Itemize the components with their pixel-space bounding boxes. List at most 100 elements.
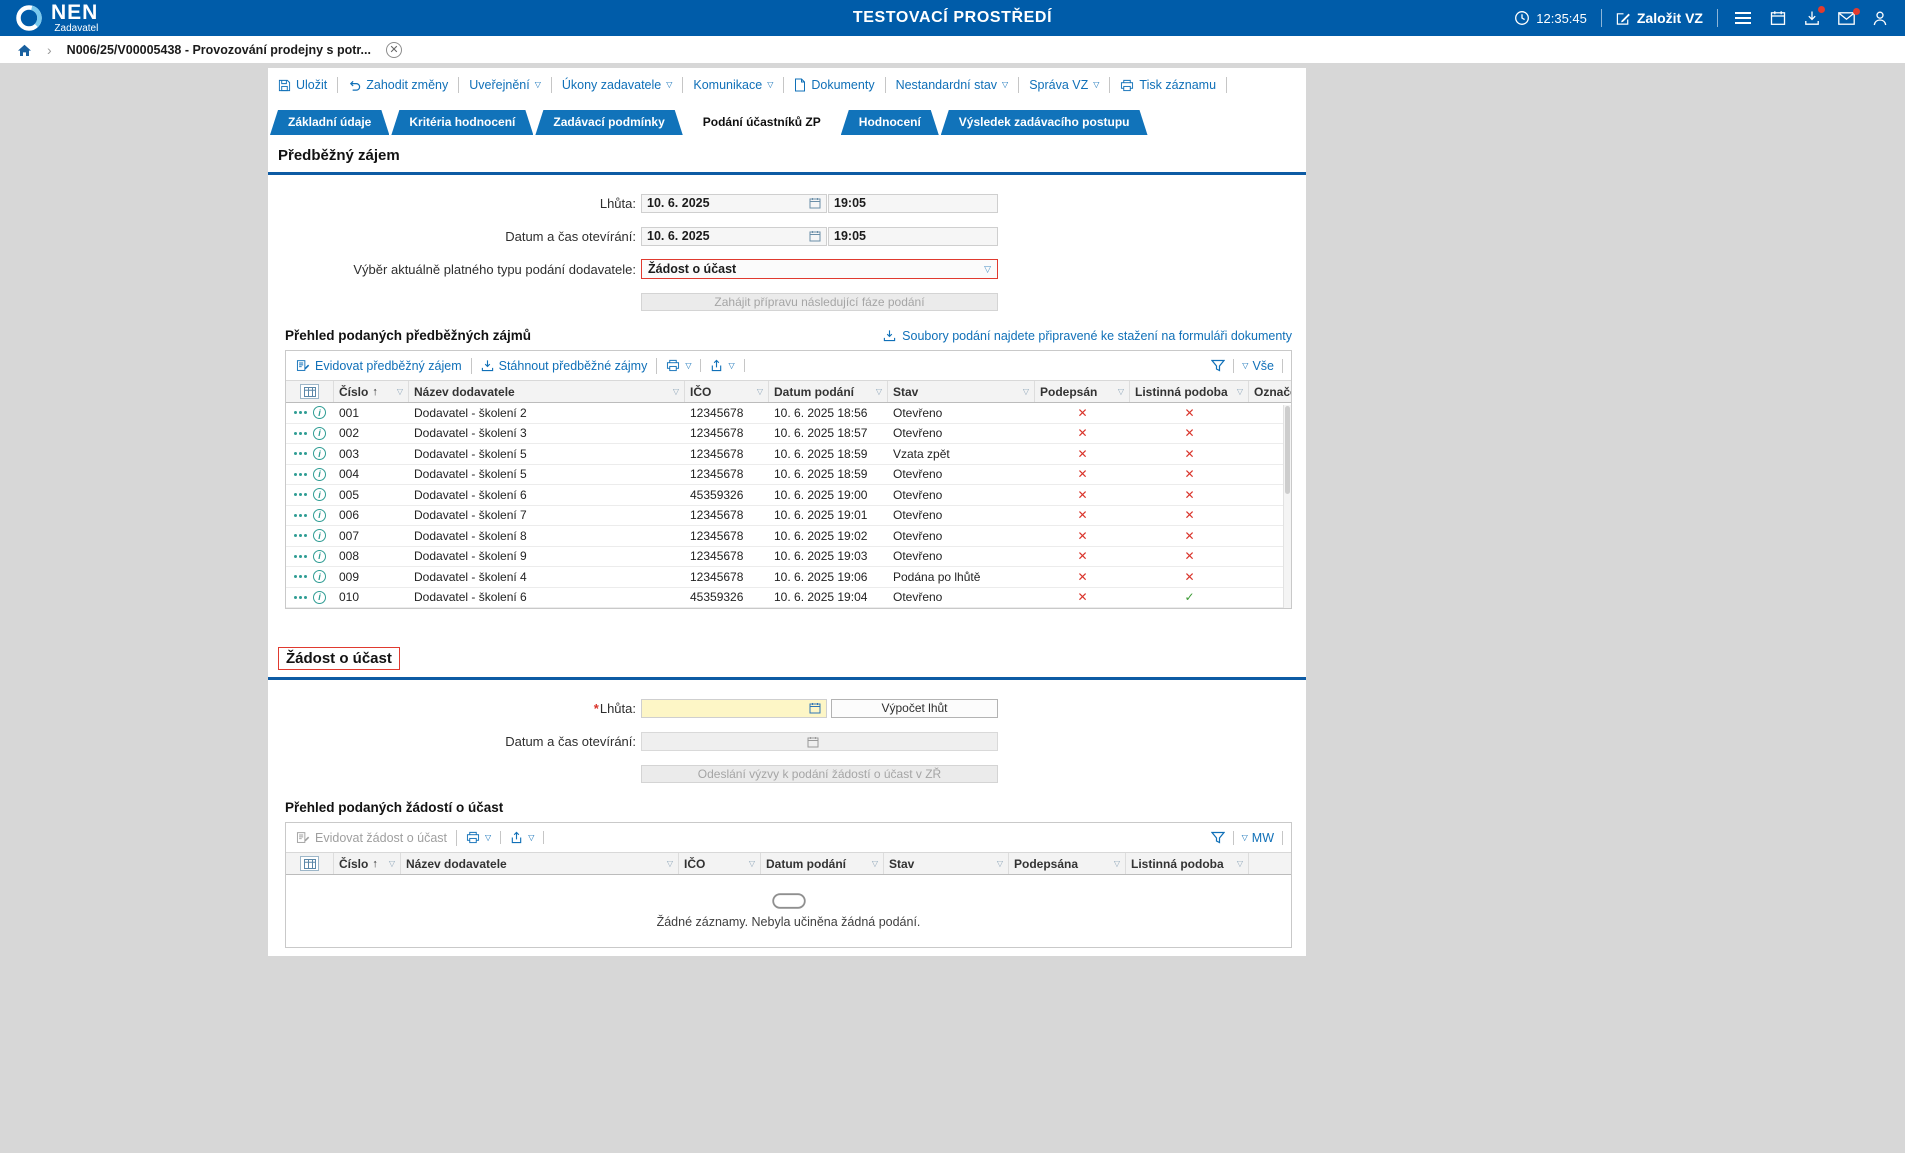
- filter-chevron-icon[interactable]: ▽: [873, 387, 882, 396]
- row-info-icon[interactable]: i: [313, 406, 326, 419]
- row-menu-icon[interactable]: [294, 473, 307, 476]
- calendar-icon[interactable]: [809, 197, 821, 209]
- column-settings-icon[interactable]: [300, 384, 319, 399]
- calendar-icon[interactable]: [809, 702, 821, 714]
- lhuta-time-input[interactable]: 19:05: [828, 194, 998, 213]
- calendar-icon[interactable]: [809, 230, 821, 242]
- dokumenty-button[interactable]: Dokumenty: [784, 77, 885, 93]
- zadost-lhuta-input[interactable]: [641, 699, 827, 718]
- table-row[interactable]: i008Dodavatel - školení 91234567810. 6. …: [286, 547, 1291, 568]
- stahnout-zajmy-button[interactable]: Stáhnout předběžné zájmy: [472, 358, 658, 374]
- column-header-nazev[interactable]: Název dodavatele▽: [401, 853, 679, 874]
- table-row[interactable]: i005Dodavatel - školení 64535932610. 6. …: [286, 485, 1291, 506]
- row-info-icon[interactable]: i: [313, 488, 326, 501]
- view-selector[interactable]: ▽ MW: [1242, 831, 1274, 845]
- column-header-stav[interactable]: Stav▽: [888, 381, 1035, 402]
- create-vz-button[interactable]: Založit VZ: [1616, 10, 1703, 26]
- breadcrumb[interactable]: N006/25/V00005438 - Provozování prodejny…: [67, 43, 371, 57]
- zadost-otevirani-input[interactable]: [641, 732, 998, 751]
- table-row[interactable]: i007Dodavatel - školení 81234567810. 6. …: [286, 526, 1291, 547]
- filter-chevron-icon[interactable]: ▽: [994, 859, 1003, 868]
- filter-chevron-icon[interactable]: ▽: [1115, 387, 1124, 396]
- home-icon[interactable]: [17, 43, 32, 57]
- filter-chevron-icon[interactable]: ▽: [746, 859, 755, 868]
- column-header-listinna[interactable]: Listinná podoba▽: [1130, 381, 1249, 402]
- column-header-cislo[interactable]: Číslo ↑ ▽: [334, 853, 401, 874]
- column-settings-icon[interactable]: [300, 856, 319, 871]
- zahajit-fazi-button[interactable]: Zahájit přípravu následující fáze podání: [641, 293, 998, 311]
- sprava-vz-menu[interactable]: Správa VZ▽: [1019, 77, 1110, 93]
- tab-zakladni-udaje[interactable]: Základní údaje: [270, 110, 389, 135]
- row-menu-icon[interactable]: [294, 534, 307, 537]
- table-row[interactable]: i004Dodavatel - školení 51234567810. 6. …: [286, 465, 1291, 486]
- row-menu-icon[interactable]: [294, 493, 307, 496]
- table-row[interactable]: i010Dodavatel - školení 64535932610. 6. …: [286, 588, 1291, 609]
- export-table-button[interactable]: ▽: [501, 831, 544, 844]
- column-header-datum[interactable]: Datum podání▽: [769, 381, 888, 402]
- row-info-icon[interactable]: i: [313, 529, 326, 542]
- filter-chevron-icon[interactable]: ▽: [386, 859, 395, 868]
- download-hint-link[interactable]: Soubory podání najdete připravené ke sta…: [883, 329, 1292, 343]
- column-header-ico[interactable]: IČO▽: [679, 853, 761, 874]
- evidovat-zadost-button[interactable]: Evidovat žádost o účast: [294, 830, 457, 846]
- column-header-stav[interactable]: Stav▽: [884, 853, 1009, 874]
- export-table-button[interactable]: ▽: [701, 359, 744, 372]
- tisk-zaznamu-button[interactable]: Tisk záznamu: [1110, 77, 1227, 93]
- table-row[interactable]: i001Dodavatel - školení 21234567810. 6. …: [286, 403, 1291, 424]
- row-info-icon[interactable]: i: [313, 570, 326, 583]
- column-header-ico[interactable]: IČO▽: [685, 381, 769, 402]
- tab-zadavaci-podminky[interactable]: Zadávací podmínky: [535, 110, 682, 135]
- table-row[interactable]: i003Dodavatel - školení 51234567810. 6. …: [286, 444, 1291, 465]
- row-menu-icon[interactable]: [294, 575, 307, 578]
- row-info-icon[interactable]: i: [313, 509, 326, 522]
- row-info-icon[interactable]: i: [313, 550, 326, 563]
- row-info-icon[interactable]: i: [313, 427, 326, 440]
- odeslani-vyzvy-button[interactable]: Odeslání výzvy k podání žádostí o účast …: [641, 765, 998, 783]
- row-menu-icon[interactable]: [294, 452, 307, 455]
- row-menu-icon[interactable]: [294, 432, 307, 435]
- otevirani-date-input[interactable]: 10. 6. 2025: [641, 227, 827, 246]
- download-icon[interactable]: [1802, 10, 1822, 26]
- filter-chevron-icon[interactable]: ▽: [394, 387, 403, 396]
- column-header-datum[interactable]: Datum podání▽: [761, 853, 884, 874]
- scrollbar-thumb[interactable]: [1285, 406, 1290, 494]
- user-icon[interactable]: [1871, 11, 1889, 26]
- row-info-icon[interactable]: i: [313, 468, 326, 481]
- lhuta-date-input[interactable]: 10. 6. 2025: [641, 194, 827, 213]
- filter-chevron-icon[interactable]: ▽: [1234, 387, 1243, 396]
- column-header-nazev[interactable]: Název dodavatele▽: [409, 381, 685, 402]
- filter-chevron-icon[interactable]: ▽: [1111, 859, 1120, 868]
- row-menu-icon[interactable]: [294, 411, 307, 414]
- view-selector[interactable]: ▽ Vše: [1242, 359, 1274, 373]
- print-table-button[interactable]: ▽: [657, 359, 701, 372]
- vypocet-lhut-button[interactable]: Výpočet lhůt: [831, 699, 998, 718]
- tab-hodnoceni[interactable]: Hodnocení: [841, 110, 939, 135]
- close-icon[interactable]: ✕: [386, 42, 402, 58]
- calendar-icon[interactable]: [1768, 10, 1788, 26]
- filter-chevron-icon[interactable]: ▽: [670, 387, 679, 396]
- komunikace-menu[interactable]: Komunikace▽: [683, 77, 784, 93]
- table-scrollbar[interactable]: [1283, 405, 1291, 608]
- nestandardni-stav-menu[interactable]: Nestandardní stav▽: [886, 77, 1020, 93]
- save-button[interactable]: Uložit: [278, 77, 338, 93]
- filter-chevron-icon[interactable]: ▽: [869, 859, 878, 868]
- ukony-zadavatele-menu[interactable]: Úkony zadavatele▽: [552, 77, 684, 93]
- column-header-oznaceni[interactable]: Označe: [1249, 381, 1292, 402]
- tab-podani-ucastniku-zp[interactable]: Podání účastníků ZP: [685, 110, 839, 135]
- column-header-cislo[interactable]: Číslo ↑ ▽: [334, 381, 409, 402]
- tab-kriteria-hodnoceni[interactable]: Kritéria hodnocení: [391, 110, 533, 135]
- table-row[interactable]: i006Dodavatel - školení 71234567810. 6. …: [286, 506, 1291, 527]
- row-menu-icon[interactable]: [294, 555, 307, 558]
- column-header-listinna[interactable]: Listinná podoba▽: [1126, 853, 1249, 874]
- row-info-icon[interactable]: i: [313, 447, 326, 460]
- menu-icon[interactable]: [1732, 11, 1754, 25]
- row-menu-icon[interactable]: [294, 596, 307, 599]
- nen-logo[interactable]: NEN Zadavatel: [14, 2, 98, 34]
- filter-chevron-icon[interactable]: ▽: [754, 387, 763, 396]
- evidovat-zajem-button[interactable]: Evidovat předběžný zájem: [294, 358, 472, 374]
- print-table-button[interactable]: ▽: [457, 831, 501, 844]
- tab-vysledek-zadavaciho-postupu[interactable]: Výsledek zadávacího postupu: [941, 110, 1148, 135]
- column-header-podepsana[interactable]: Podepsána▽: [1009, 853, 1126, 874]
- table-row[interactable]: i009Dodavatel - školení 41234567810. 6. …: [286, 567, 1291, 588]
- discard-changes-button[interactable]: Zahodit změny: [338, 77, 459, 93]
